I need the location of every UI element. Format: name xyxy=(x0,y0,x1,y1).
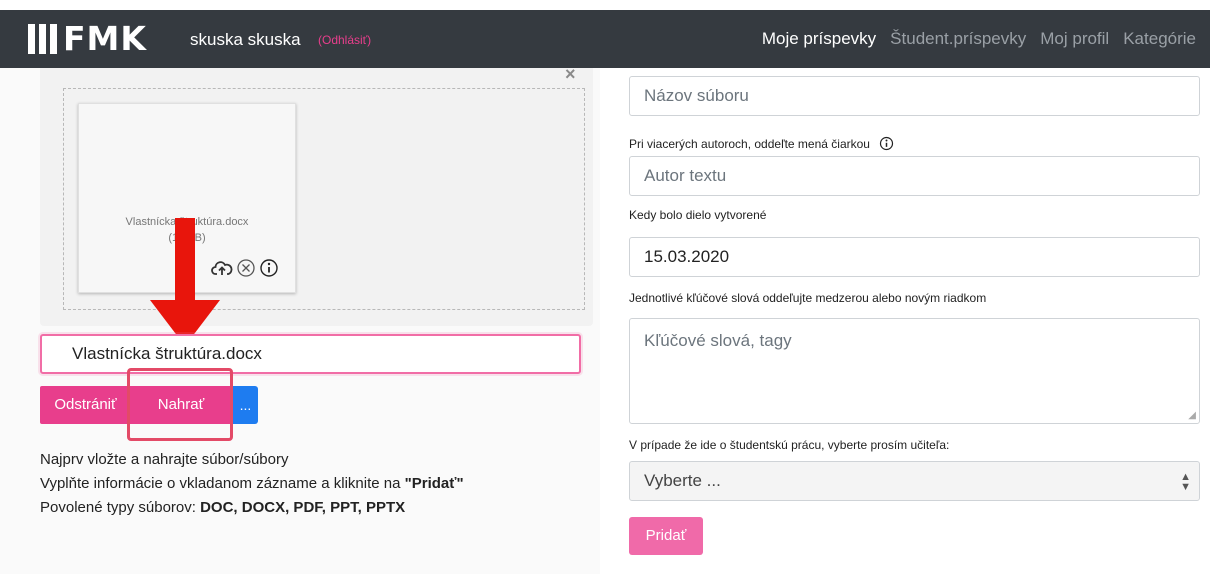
file-actions xyxy=(211,258,279,278)
more-button[interactable]: ... xyxy=(233,386,258,424)
logo-text: FMK xyxy=(63,19,147,58)
info-icon[interactable] xyxy=(259,258,279,278)
info-line-2: Vyplňte informácie o vkladanom zázname a… xyxy=(40,475,464,492)
select-arrows-icon: ▲ ▼ xyxy=(1180,471,1191,493)
teacher-select-value: Vyberte ... xyxy=(644,471,721,490)
author-placeholder: Autor textu xyxy=(644,166,727,185)
author-input[interactable]: Autor textu xyxy=(629,156,1200,196)
allowed-file-types: DOC, DOCX, PDF, PPT, PPTX xyxy=(200,499,406,516)
close-icon[interactable]: × xyxy=(565,64,576,85)
keywords-hint: Jednotlivé kľúčové slová oddeľujte medze… xyxy=(629,291,987,305)
authors-hint: Pri viacerých autoroch, oddeľte mená čia… xyxy=(629,136,894,151)
info-line-2-text: Vyplňte informácie o vkladanom zázname a… xyxy=(40,475,405,492)
info-line-2-bold: "Pridať" xyxy=(404,475,464,492)
info-line-3: Povolené typy súborov: DOC, DOCX, PDF, P… xyxy=(40,499,405,516)
page-content: × Vlastnícka štruktúra.docx (1...KB) Vla… xyxy=(0,64,1210,574)
logo-bars xyxy=(28,24,57,54)
authors-hint-text: Pri viacerých autoroch, oddeľte mená čia… xyxy=(629,137,870,151)
teacher-select[interactable]: Vyberte ... ▲ ▼ xyxy=(629,461,1200,501)
logo[interactable]: FMK xyxy=(28,22,147,56)
created-date-label: Kedy bolo dielo vytvorené xyxy=(629,208,767,222)
info-line-1: Najprv vložte a nahrajte súbor/súbory xyxy=(40,451,289,468)
resize-handle-icon[interactable]: ◢ xyxy=(1188,410,1196,421)
keywords-placeholder: Kľúčové slová, tagy xyxy=(644,331,792,350)
info-line-3-text: Povolené typy súborov: xyxy=(40,499,201,516)
upload-highlight-box xyxy=(127,368,233,441)
annotation-arrow-icon xyxy=(150,218,220,346)
remove-circle-icon[interactable] xyxy=(236,258,256,278)
keywords-textarea[interactable]: Kľúčové slová, tagy ◢ xyxy=(629,318,1200,424)
info-icon[interactable] xyxy=(879,136,894,151)
file-title-placeholder: Názov súboru xyxy=(644,86,749,105)
remove-button[interactable]: Odstrániť xyxy=(40,386,131,424)
logout-link[interactable]: (Odhlásiť) xyxy=(318,33,371,47)
add-button[interactable]: Pridať xyxy=(629,517,703,555)
nav-my-profile[interactable]: Moj profil xyxy=(1040,29,1109,49)
user-name: skuska skuska xyxy=(190,30,301,49)
filename-input[interactable]: Vlastnícka štruktúra.docx xyxy=(40,334,581,374)
created-date-value: 15.03.2020 xyxy=(644,247,730,266)
nav-my-posts[interactable]: Moje príspevky xyxy=(762,29,876,49)
top-navbar: FMK skuska skuska (Odhlásiť) Moje príspe… xyxy=(0,10,1210,68)
nav-student-posts[interactable]: Študent.príspevky xyxy=(890,29,1026,49)
teacher-hint: V prípade že ide o študentskú prácu, vyb… xyxy=(629,438,950,452)
created-date-input[interactable]: 15.03.2020 xyxy=(629,237,1200,277)
file-title-input[interactable]: Názov súboru xyxy=(629,76,1200,116)
nav-categories[interactable]: Kategórie xyxy=(1123,29,1196,49)
main-nav: Moje príspevky Študent.príspevky Moj pro… xyxy=(762,29,1196,49)
